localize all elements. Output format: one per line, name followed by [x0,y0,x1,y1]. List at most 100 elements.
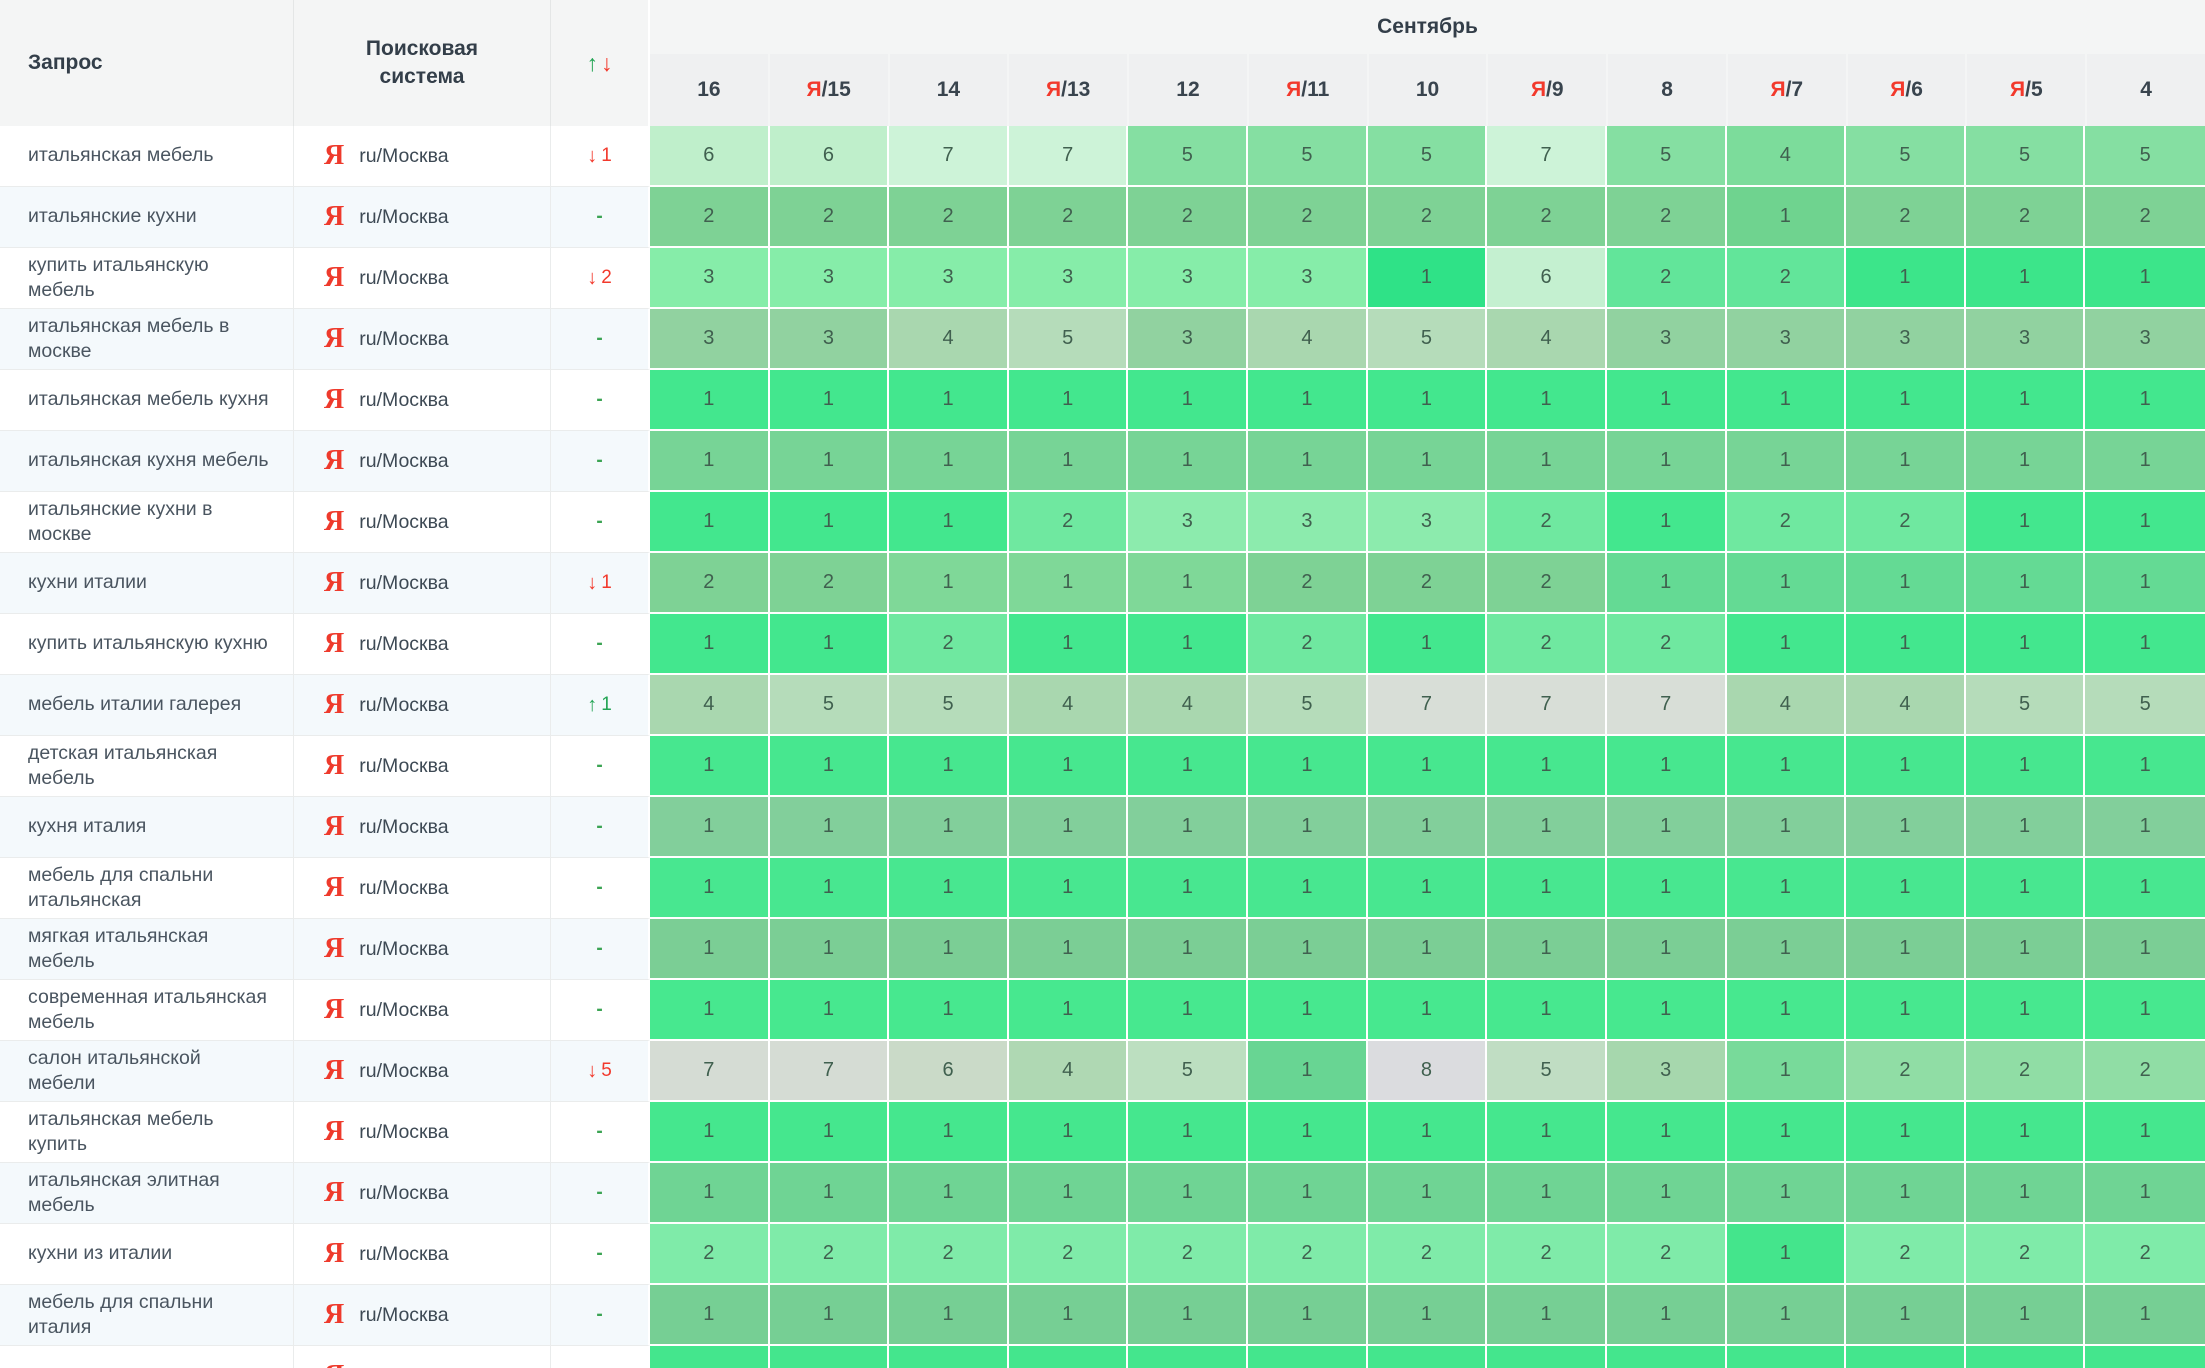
engine-region: ru/Москва [359,511,448,534]
up-arrow-icon: ↑ [587,694,597,717]
query-text: мебель для спальни италия [28,1290,273,1341]
query-cell[interactable]: кухня италия [0,797,294,858]
date-header-cell[interactable]: Я/13 [1009,54,1127,126]
query-cell[interactable]: итальянская мебель в москве [0,309,294,370]
position-cell: 2 [1368,187,1488,248]
position-cell: 1 [889,980,1009,1041]
date-header-cell[interactable]: Я/9 [1488,54,1606,126]
query-cell[interactable]: детская итальянская мебель [0,736,294,797]
query-cell[interactable]: итальянские кухни в москве [0,492,294,553]
position-cell: 1 [1487,919,1607,980]
position-cell: 1 [1248,1041,1368,1102]
position-cell: 1 [1128,431,1248,492]
yandex-date-prefix: Я [807,78,822,102]
position-cell: 4 [1009,1041,1129,1102]
query-cell[interactable]: итальянская мебель [0,126,294,187]
engine-region: ru/Москва [359,389,448,412]
date-header-cell[interactable]: Я/11 [1249,54,1367,126]
date-header-cell[interactable]: 8 [1608,54,1726,126]
position-cell: 4 [1248,309,1368,370]
position-cell: 1 [770,614,890,675]
query-cell[interactable]: итальянская элитная мебель [0,1163,294,1224]
position-cell [1727,1346,1847,1368]
query-cell[interactable]: купить итальянскую кухню [0,614,294,675]
position-cell: 1 [889,1285,1009,1346]
position-cell: 2 [1727,248,1847,309]
position-cell: 1 [889,919,1009,980]
query-cell[interactable]: кухни италии [0,553,294,614]
yandex-icon: Я [324,1240,344,1268]
query-cell[interactable]: мебель для спальни итальянская [0,858,294,919]
position-cell: 7 [770,1041,890,1102]
engine-column-header[interactable]: Поисковая система [294,0,551,126]
position-cell: 1 [770,370,890,431]
change-cell: ↓5 [551,1041,650,1102]
date-header-cell[interactable]: Я/6 [1848,54,1966,126]
date-header-cell[interactable]: 10 [1369,54,1487,126]
position-cell: 2 [650,553,770,614]
position-cell: 1 [1248,1163,1368,1224]
query-cell[interactable]: итальянская кухня мебель [0,431,294,492]
position-cell: 5 [1368,309,1488,370]
position-cell: 7 [650,1041,770,1102]
position-cell: 1 [2085,492,2205,553]
down-arrow-icon: ↓ [587,145,597,168]
query-column-header[interactable]: Запрос [0,0,294,126]
date-header-cell[interactable]: 12 [1129,54,1247,126]
query-cell[interactable]: итальянские кухни [0,187,294,248]
position-cell: 7 [1368,675,1488,736]
date-label: /5 [2025,78,2043,102]
position-cell: 4 [1009,675,1129,736]
position-cell: 1 [1009,1285,1129,1346]
date-header-cell[interactable]: 4 [2087,54,2205,126]
position-cell: 2 [1607,187,1727,248]
query-text: современная итальянская мебель [28,985,267,1036]
position-cell: 6 [650,126,770,187]
position-cell: 1 [1368,919,1488,980]
position-cell: 3 [770,309,890,370]
yandex-icon: Я [324,874,344,902]
change-cell: - [551,1102,650,1163]
date-header-cell[interactable]: 16 [650,54,768,126]
down-arrow-icon: ↓ [587,1060,597,1083]
date-header-cell[interactable]: Я/5 [1967,54,2085,126]
date-label: /15 [822,78,851,102]
engine-region: ru/Москва [359,1304,448,1327]
position-cell: 1 [650,736,770,797]
query-cell[interactable]: современная итальянская мебель [0,980,294,1041]
position-cell: 2 [770,187,890,248]
query-cell[interactable]: мебель италии галерея [0,675,294,736]
date-header-cell[interactable]: Я/15 [770,54,888,126]
query-text: итальянская мебель [28,143,214,168]
engine-region: ru/Москва [359,938,448,961]
query-cell[interactable] [0,1346,294,1368]
date-label: 12 [1176,78,1199,102]
query-cell[interactable]: кухни из италии [0,1224,294,1285]
change-cell: ↓1 [551,126,650,187]
position-cell: 2 [1368,553,1488,614]
position-cell: 1 [1368,858,1488,919]
query-cell[interactable]: купить итальянскую мебель [0,248,294,309]
position-cell: 1 [650,980,770,1041]
date-header-cell[interactable]: Я/7 [1728,54,1846,126]
position-cell: 2 [650,187,770,248]
engine-cell: Яru/Москва [294,187,551,248]
yandex-icon: Я [324,1057,344,1085]
date-header-cell[interactable]: 14 [890,54,1008,126]
query-cell[interactable]: итальянская мебель купить [0,1102,294,1163]
position-cell: 1 [1368,736,1488,797]
query-cell[interactable]: салон итальянской мебели [0,1041,294,1102]
position-cell: 1 [770,797,890,858]
query-cell[interactable]: мебель для спальни италия [0,1285,294,1346]
change-sort-header[interactable]: ↑ ↓ [551,0,650,126]
engine-region: ru/Москва [359,206,448,229]
date-label: 10 [1416,78,1439,102]
position-cell: 1 [889,1102,1009,1163]
change-amount: 5 [601,1060,612,1082]
position-cell: 1 [1607,1285,1727,1346]
position-cell: 1 [1846,797,1966,858]
position-cell: 1 [889,370,1009,431]
query-cell[interactable]: итальянская мебель кухня [0,370,294,431]
yandex-icon: Я [324,508,344,536]
query-cell[interactable]: мягкая итальянская мебель [0,919,294,980]
